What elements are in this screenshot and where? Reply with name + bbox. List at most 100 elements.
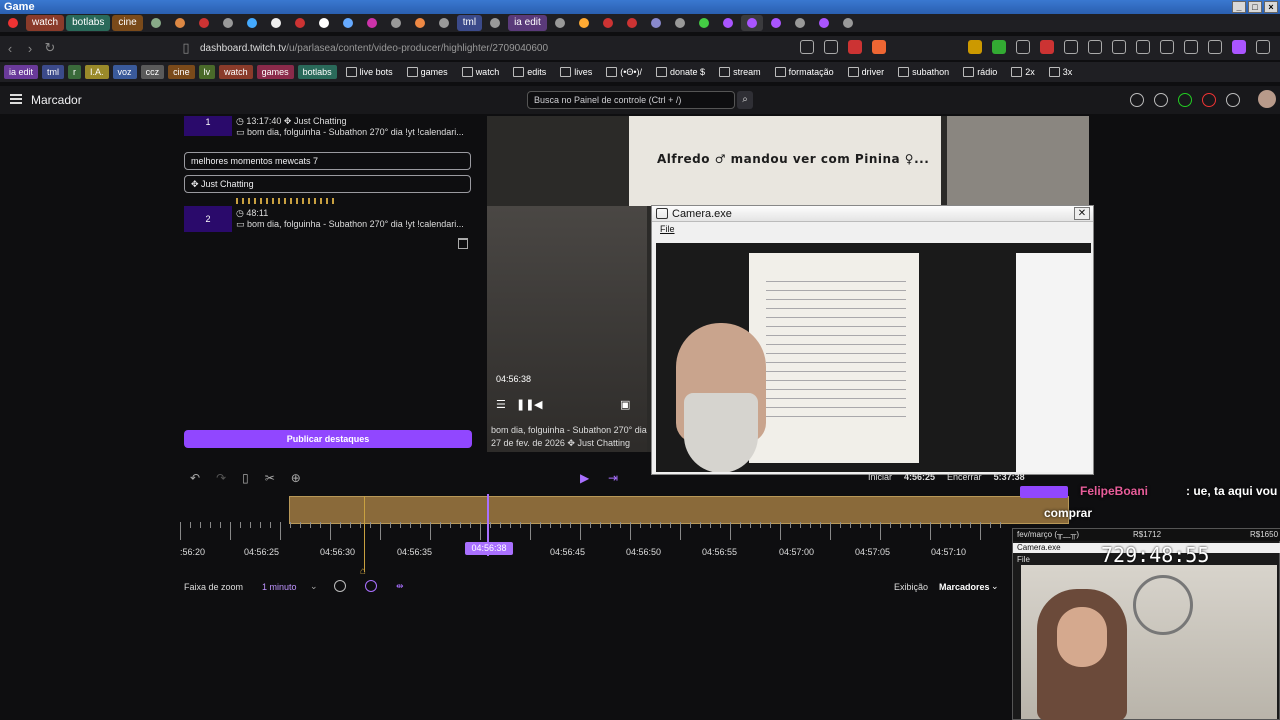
tab-icon[interactable] xyxy=(265,15,287,31)
tab-icon[interactable] xyxy=(573,15,595,31)
tab-icon[interactable] xyxy=(193,15,215,31)
dashboard-search-input[interactable]: Busca no Painel de controle (Ctrl + /) xyxy=(527,91,735,109)
tab-icon[interactable] xyxy=(693,15,715,31)
tab-icon[interactable] xyxy=(484,15,506,31)
camera-close-button[interactable]: ✕ xyxy=(1074,207,1090,220)
pause-icon[interactable]: ❚❚ xyxy=(516,398,534,411)
chevron-down-icon[interactable]: ⌄ xyxy=(991,581,999,592)
bookmark-folder-watch[interactable]: watch xyxy=(457,65,505,79)
tab-icon[interactable] xyxy=(361,15,383,31)
bookmark-3x[interactable]: 3x xyxy=(1044,65,1078,79)
rewards-icon[interactable] xyxy=(872,40,886,54)
bookmark-folder-games[interactable]: games xyxy=(402,65,453,79)
highlight-row[interactable]: 1 ◷ 13:17:40 ✥ Just Chatting ▭ bom dia, … xyxy=(180,116,476,140)
zoom-out-icon[interactable] xyxy=(365,580,377,592)
extension-icon[interactable] xyxy=(1208,40,1222,54)
highlight-category-input[interactable]: ✥ Just Chatting xyxy=(184,175,471,193)
volume-icon[interactable]: ◀ xyxy=(534,398,542,411)
extension-icon[interactable] xyxy=(1184,40,1198,54)
bookmark-lv[interactable]: lv xyxy=(198,65,216,79)
bookmark-face[interactable]: (•Θ•)/ xyxy=(601,65,647,79)
brave-icon[interactable] xyxy=(848,40,862,54)
tab-group-botlabs[interactable]: botlabs xyxy=(66,15,111,31)
zoom-range-select[interactable]: 1 minuto xyxy=(262,582,297,592)
bookmark-stream[interactable]: stream xyxy=(714,65,766,79)
reload-icon[interactable]: ↻ xyxy=(40,40,60,56)
tab-icon[interactable] xyxy=(169,15,191,31)
publish-highlights-button[interactable]: Publicar destaques xyxy=(184,430,472,448)
bookmark-watch[interactable]: watch xyxy=(219,65,253,79)
bookmark-games[interactable]: games xyxy=(256,65,294,79)
tab-icon[interactable] xyxy=(765,15,787,31)
help-icon[interactable] xyxy=(1154,93,1168,107)
bookmark-formatacao[interactable]: formatação xyxy=(770,65,839,79)
skip-end-icon[interactable]: ⇥ xyxy=(608,471,618,485)
tab-icon[interactable] xyxy=(433,15,455,31)
bookmark-live-bots[interactable]: live bots xyxy=(341,65,398,79)
bookmark-icon[interactable]: ▯ xyxy=(176,40,196,56)
share-icon[interactable] xyxy=(824,40,838,54)
bookmark-cine[interactable]: cine xyxy=(168,65,195,79)
tab-icon[interactable] xyxy=(669,15,691,31)
tab-icon[interactable] xyxy=(217,15,239,31)
tab-icon[interactable] xyxy=(621,15,643,31)
scissors-icon[interactable]: ✂ xyxy=(265,466,275,490)
tab-icon[interactable] xyxy=(385,15,407,31)
bookmark-folder-edits[interactable]: edits xyxy=(508,65,551,79)
tab-icon[interactable] xyxy=(289,15,311,31)
camera-file-menu[interactable]: File xyxy=(652,222,1093,236)
bookmark-voz[interactable]: voz xyxy=(112,65,137,79)
tab-group-tml[interactable]: tml xyxy=(456,15,483,31)
mod-icon[interactable] xyxy=(1226,93,1240,107)
tab-icon[interactable] xyxy=(645,15,667,31)
bookmark-driver[interactable]: driver xyxy=(843,65,890,79)
zoom-icon[interactable] xyxy=(800,40,814,54)
delete-icon[interactable] xyxy=(458,238,468,249)
highlight-row[interactable]: 2 ◷ 48:11 ▭ bom dia, folguinha - Subatho… xyxy=(180,206,476,232)
tab-group-ia-edit[interactable]: ia edit xyxy=(508,15,547,31)
bookmark-donate[interactable]: donate $ xyxy=(651,65,710,79)
tab-icon[interactable] xyxy=(337,15,359,31)
extension-icon[interactable] xyxy=(1088,40,1102,54)
bookmark-botlabs[interactable]: botlabs xyxy=(297,65,337,79)
zoom-in-icon[interactable] xyxy=(334,580,346,592)
tab-icon[interactable] xyxy=(717,15,739,31)
fullscreen-icon[interactable]: ▣ xyxy=(620,398,630,411)
bookmark-ia[interactable]: I.A. xyxy=(85,65,109,79)
bookmark-tml[interactable]: tml xyxy=(42,65,65,79)
tab-icon[interactable] xyxy=(597,15,619,31)
tab-group-cine[interactable]: cine xyxy=(112,15,143,31)
fit-icon[interactable]: ⇹ xyxy=(396,581,404,592)
timeline-clip-track[interactable] xyxy=(289,496,1069,524)
creator-icon[interactable] xyxy=(1178,93,1192,107)
camera-titlebar[interactable]: Camera.exe ✕ xyxy=(652,206,1093,222)
extension-icon[interactable] xyxy=(1112,40,1126,54)
play-icon[interactable]: ▶ xyxy=(580,471,589,485)
minimize-button[interactable]: _ xyxy=(1232,1,1246,13)
search-icon[interactable]: ⌕ xyxy=(737,91,753,109)
bookmark-ccz[interactable]: ccz xyxy=(140,65,165,79)
extension-icon[interactable] xyxy=(1256,40,1270,54)
notifications-icon[interactable] xyxy=(1130,93,1144,107)
start-marker-icon[interactable]: ⌂ xyxy=(360,566,366,577)
extension-icon[interactable] xyxy=(1040,40,1054,54)
extension-icon[interactable] xyxy=(1016,40,1030,54)
menu-icon[interactable] xyxy=(10,94,22,104)
bookmark-radio[interactable]: rádio xyxy=(958,65,1002,79)
extension-icon[interactable] xyxy=(1136,40,1150,54)
close-button[interactable]: × xyxy=(1264,1,1278,13)
markers-dropdown[interactable]: Marcadores xyxy=(939,582,990,592)
maximize-button[interactable]: □ xyxy=(1248,1,1262,13)
back-icon[interactable]: ‹ xyxy=(0,41,20,56)
tab-icon[interactable] xyxy=(313,15,335,31)
bookmark-ia-edit[interactable]: ia edit xyxy=(4,65,39,79)
tab-icon[interactable] xyxy=(241,15,263,31)
bookmark-subathon[interactable]: subathon xyxy=(893,65,954,79)
camera-window[interactable]: Camera.exe ✕ File xyxy=(651,205,1094,475)
extension-icon[interactable] xyxy=(968,40,982,54)
tab-group-watch[interactable]: watch xyxy=(26,15,65,31)
tab-icon[interactable] xyxy=(813,15,835,31)
tab-icon[interactable] xyxy=(789,15,811,31)
extension-icon[interactable] xyxy=(1232,40,1246,54)
forward-icon[interactable]: › xyxy=(20,41,40,56)
